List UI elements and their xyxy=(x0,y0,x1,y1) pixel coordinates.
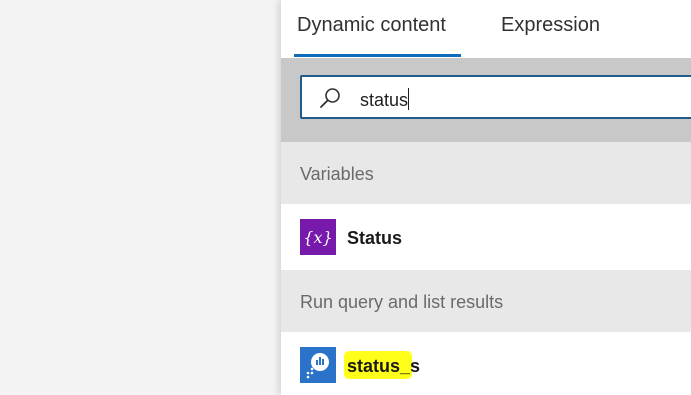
designer-canvas xyxy=(0,0,281,395)
section-header-variables: Variables xyxy=(281,142,691,204)
variable-icon-glyph: {x} xyxy=(303,228,332,247)
search-area: status xyxy=(281,58,691,142)
list-item-status[interactable]: {x} Status xyxy=(281,204,691,270)
item-label: status_s xyxy=(347,356,421,376)
active-tab-indicator xyxy=(294,54,461,57)
variable-icon: {x} xyxy=(300,219,336,255)
log-analytics-icon xyxy=(300,347,336,383)
item-label: Status xyxy=(347,228,403,248)
tab-bar: Dynamic content Expression xyxy=(281,0,691,58)
tab-dynamic-content[interactable]: Dynamic content xyxy=(297,14,446,37)
section-header-run-query: Run query and list results xyxy=(281,270,691,332)
search-icon xyxy=(320,88,340,108)
tab-expression[interactable]: Expression xyxy=(501,14,600,37)
dynamic-content-panel: Dynamic content Expression status Variab… xyxy=(281,0,691,395)
list-item-status-s[interactable]: status_s xyxy=(281,332,691,395)
search-input[interactable]: status xyxy=(300,75,691,119)
search-input-value: status xyxy=(360,88,410,110)
